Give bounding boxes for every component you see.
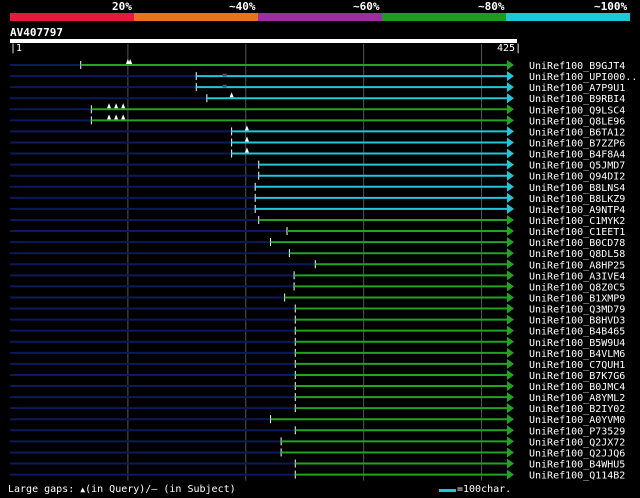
hit-name: UniRef100_B2IY02 <box>529 404 625 415</box>
arrow-head-icon <box>507 447 514 458</box>
hit-name: UniRef100_Q8Z0C5 <box>529 282 625 293</box>
arrow-head-icon <box>507 159 514 170</box>
arrow-head-icon <box>507 369 514 380</box>
arrow-head-icon <box>507 71 514 82</box>
query-gap-marker-icon <box>114 103 119 109</box>
hit-name: UniRef100_B7K7G6 <box>529 371 625 382</box>
arrow-head-icon <box>507 60 514 70</box>
hit-name: UniRef100_B7ZZP6 <box>529 138 625 149</box>
hit-name: UniRef100_A8YML2 <box>529 393 625 404</box>
hit-name: UniRef100_B8LNS4 <box>529 183 625 194</box>
scale-bar-icon <box>439 489 456 492</box>
arrow-head-icon <box>507 392 514 403</box>
hit-name: UniRef100_A9NTP4 <box>529 205 625 216</box>
arrow-head-icon <box>507 137 514 148</box>
arrow-head-icon <box>507 414 514 425</box>
hit-name: UniRef100_B4VLM6 <box>529 349 625 360</box>
arrow-head-icon <box>507 248 514 259</box>
hit-name: UniRef100_A0YVM0 <box>529 415 625 426</box>
hit-name: UniRef100_Q94DI2 <box>529 172 625 183</box>
hit-name: UniRef100_B6TA12 <box>529 127 625 138</box>
arrow-head-icon <box>507 259 514 270</box>
hit-name: UniRef100_B5W9U4 <box>529 338 625 349</box>
arrow-head-icon <box>507 358 514 369</box>
hit-name: UniRef100_Q3MD79 <box>529 305 625 316</box>
hit-name: UniRef100_Q2JX72 <box>529 437 625 448</box>
arrow-head-icon <box>507 93 514 104</box>
hit-name: UniRef100_A3IVE4 <box>529 271 625 282</box>
hit-name: UniRef100_B9GJT4 <box>529 61 625 72</box>
hit-name: UniRef100_B1XMP9 <box>529 293 625 304</box>
hit-name: UniRef100_B8LKZ9 <box>529 194 625 205</box>
arrow-head-icon <box>507 347 514 358</box>
hit-name: UniRef100_UPI000.. <box>529 72 637 83</box>
arrow-head-icon <box>507 214 514 225</box>
hit-name: UniRef100_B8HVD3 <box>529 316 625 327</box>
hit-name: UniRef100_B0CD78 <box>529 238 625 249</box>
query-gap-marker-icon <box>121 114 126 120</box>
hit-name: UniRef100_B4F8A4 <box>529 150 625 161</box>
hit-name: UniRef100_B4WHU5 <box>529 460 625 471</box>
arrow-head-icon <box>507 325 514 336</box>
arrow-head-icon <box>507 314 514 325</box>
query-gap-marker-icon <box>114 114 119 120</box>
hit-name: UniRef100_B4B465 <box>529 327 625 338</box>
query-gap-marker-icon <box>107 103 112 109</box>
hit-name: UniRef100_C7QUH1 <box>529 360 625 371</box>
hit-name: UniRef100_Q8DL58 <box>529 249 625 260</box>
hit-name: UniRef100_B9RBI4 <box>529 94 625 105</box>
hit-name: UniRef100_Q2JJQ6 <box>529 448 625 459</box>
arrow-head-icon <box>507 148 514 159</box>
arrow-head-icon <box>507 115 514 126</box>
arrow-head-icon <box>507 104 514 115</box>
arrow-head-icon <box>507 203 514 214</box>
gap-legend: Large gaps: ▲(in Query)/– (in Subject) <box>8 484 236 495</box>
arrow-head-icon <box>507 425 514 436</box>
arrow-head-icon <box>507 381 514 392</box>
arrow-head-icon <box>507 436 514 447</box>
alignment-hits: UniRef100_B9GJT4UniRef100_UPI000..UniRef… <box>10 44 637 482</box>
arrow-head-icon <box>507 458 514 469</box>
arrow-head-icon <box>507 303 514 314</box>
hit-name: UniRef100_C1EET1 <box>529 227 625 238</box>
hit-name: UniRef100_A7P9U1 <box>529 83 625 94</box>
hit-name: UniRef100_Q8LE96 <box>529 116 625 127</box>
hit-name: UniRef100_P73529 <box>529 426 625 437</box>
gap-legend-prefix: Large gaps: <box>8 484 75 495</box>
query-gap-marker-icon <box>229 92 234 98</box>
query-gap-marker-icon <box>121 103 126 109</box>
query-gap-marker-icon <box>107 114 112 120</box>
hit-name: UniRef100_Q114B2 <box>529 471 625 482</box>
arrow-head-icon <box>507 192 514 203</box>
hit-name: UniRef100_A8HP25 <box>529 260 625 271</box>
arrow-head-icon <box>507 170 514 181</box>
arrow-head-icon <box>507 237 514 248</box>
arrow-head-icon <box>507 181 514 192</box>
arrow-head-icon <box>507 82 514 93</box>
arrow-head-icon <box>507 292 514 303</box>
hit-name: UniRef100_Q9LSC4 <box>529 105 625 116</box>
arrow-head-icon <box>507 469 514 480</box>
arrow-head-icon <box>507 226 514 237</box>
arrow-head-icon <box>507 126 514 137</box>
arrow-head-icon <box>507 403 514 414</box>
hit-name: UniRef100_C1MYK2 <box>529 216 625 227</box>
gap-legend-middle: (in Query)/ <box>85 484 152 495</box>
arrow-head-icon <box>507 281 514 292</box>
hit-name: UniRef100_B0JMC4 <box>529 382 625 393</box>
gap-legend-suffix: (in Subject) <box>157 484 236 495</box>
arrow-head-icon <box>507 336 514 347</box>
scale-label: =100char. <box>457 484 512 495</box>
arrow-head-icon <box>507 270 514 281</box>
hit-name: UniRef100_Q5JMD7 <box>529 161 625 172</box>
